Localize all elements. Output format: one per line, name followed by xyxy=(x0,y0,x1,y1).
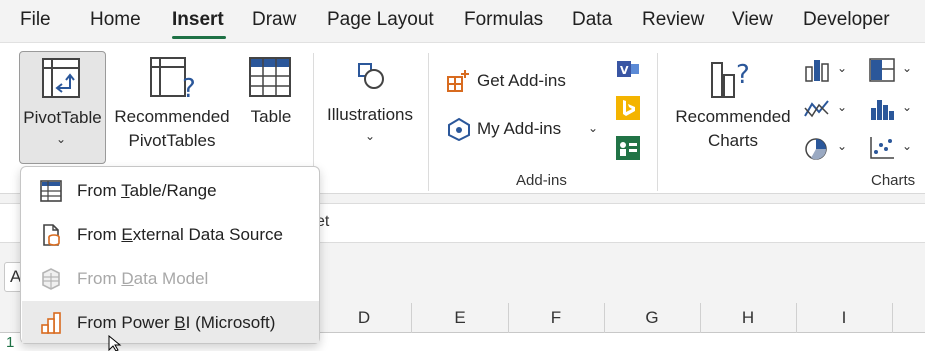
chevron-down-icon: ⌄ xyxy=(56,132,67,146)
store-icon xyxy=(447,70,469,92)
recommended-pivottables-button[interactable]: ? Recommended PivotTables xyxy=(110,51,234,164)
chevron-down-icon: ⌄ xyxy=(365,129,376,143)
pivottable-button[interactable]: PivotTable ⌄ xyxy=(19,51,106,164)
line-chart-icon xyxy=(804,100,829,118)
menu-item-label: From External Data Source xyxy=(77,225,283,244)
scatter-chart-button[interactable]: ⌄ xyxy=(868,135,920,163)
pivottable-dropdown-menu: From Table/Range From External Data Sour… xyxy=(20,166,320,344)
pie-chart-icon xyxy=(805,138,827,160)
shapes-icon xyxy=(358,63,384,89)
visio-icon[interactable]: V xyxy=(615,57,641,81)
chevron-down-icon: ⌄ xyxy=(902,139,913,153)
charts-group-label: Charts xyxy=(871,172,916,189)
illustrations-button[interactable]: Illustrations ⌄ xyxy=(320,51,420,164)
chevron-down-icon: ⌄ xyxy=(902,100,913,114)
active-tab-indicator xyxy=(172,36,226,39)
pivottable-label: PivotTable xyxy=(23,108,102,127)
recommended-charts-button[interactable]: ? Recommended Charts xyxy=(668,51,798,164)
column-header-i[interactable]: I xyxy=(834,308,854,328)
svg-text:?: ? xyxy=(182,74,196,99)
tab-developer[interactable]: Developer xyxy=(803,9,890,31)
menu-item-label: From Power BI (Microsoft) xyxy=(77,313,276,332)
table-label: Table xyxy=(250,107,292,126)
row-header-1[interactable]: 1 xyxy=(6,334,14,351)
external-data-icon xyxy=(43,224,60,246)
table-range-icon xyxy=(40,180,62,202)
treemap-icon xyxy=(869,58,895,82)
chevron-down-icon: ⌄ xyxy=(837,139,848,153)
menu-item-from-power-bi[interactable]: From Power BI (Microsoft) xyxy=(22,301,319,343)
get-addins-label: Get Add-ins xyxy=(477,71,566,90)
chevron-down-icon: ⌄ xyxy=(837,100,848,114)
tab-data[interactable]: Data xyxy=(572,9,612,31)
svg-text:?: ? xyxy=(736,60,750,90)
tab-file[interactable]: File xyxy=(20,9,51,31)
get-addins-button[interactable]: Get Add-ins xyxy=(444,67,584,95)
column-divider xyxy=(892,303,893,333)
tab-formulas[interactable]: Formulas xyxy=(464,9,543,31)
line-chart-button[interactable]: ⌄ xyxy=(803,96,855,124)
my-addins-button[interactable]: My Add-ins ⌄ xyxy=(444,115,604,143)
column-header-h[interactable]: H xyxy=(738,308,758,328)
menu-item-label: From Table/Range xyxy=(77,181,217,200)
ribbon-separator xyxy=(657,53,658,191)
menu-bar: File Home Insert Draw Page Layout Formul… xyxy=(0,0,925,42)
my-addins-icon xyxy=(448,117,470,141)
pie-chart-button[interactable]: ⌄ xyxy=(803,135,855,163)
column-chart-button[interactable]: ⌄ xyxy=(803,57,855,85)
recommended-charts-icon: ? xyxy=(711,60,750,98)
tab-review[interactable]: Review xyxy=(642,9,704,31)
column-divider xyxy=(411,303,412,333)
column-divider xyxy=(796,303,797,333)
tab-draw[interactable]: Draw xyxy=(252,9,296,31)
my-addins-label: My Add-ins xyxy=(477,119,562,138)
pivottable-icon xyxy=(42,58,80,98)
statistic-chart-button[interactable]: ⌄ xyxy=(868,96,920,124)
menu-item-label: From Data Model xyxy=(77,269,209,288)
table-button[interactable]: Table xyxy=(240,51,302,164)
chevron-down-icon[interactable]: ⌄ xyxy=(588,121,598,135)
recommended-pivottables-icon: ? xyxy=(150,57,196,99)
chevron-down-icon: ⌄ xyxy=(837,61,848,75)
column-divider xyxy=(508,303,509,333)
hierarchy-chart-button[interactable]: ⌄ xyxy=(868,57,920,85)
scatter-chart-icon xyxy=(870,137,894,159)
ribbon-separator xyxy=(428,53,429,191)
recommended-charts-label-2: Charts xyxy=(707,131,759,150)
chevron-down-icon: ⌄ xyxy=(902,61,913,75)
column-chart-icon xyxy=(805,60,829,82)
tab-home[interactable]: Home xyxy=(90,9,141,31)
recommended-charts-label-1: Recommended xyxy=(675,107,791,126)
recommended-pivottables-label-2: PivotTables xyxy=(128,131,216,150)
people-graph-icon[interactable] xyxy=(615,135,641,161)
bing-icon[interactable] xyxy=(615,95,641,121)
illustrations-label: Illustrations xyxy=(327,105,413,124)
menu-item-from-external-data-source[interactable]: From External Data Source xyxy=(22,213,319,255)
column-header-g[interactable]: G xyxy=(642,308,662,328)
tab-page-layout[interactable]: Page Layout xyxy=(327,9,434,31)
column-header-e[interactable]: E xyxy=(450,308,470,328)
column-header-d[interactable]: D xyxy=(354,308,374,328)
menu-item-from-data-model[interactable]: From Data Model xyxy=(22,257,319,299)
mouse-pointer-icon xyxy=(108,335,122,351)
histogram-icon xyxy=(871,100,894,120)
column-divider xyxy=(604,303,605,333)
svg-text:V: V xyxy=(620,64,629,77)
addins-group-label: Add-ins xyxy=(516,172,567,189)
table-icon xyxy=(249,57,291,97)
tab-view[interactable]: View xyxy=(732,9,773,31)
column-divider xyxy=(700,303,701,333)
tab-insert[interactable]: Insert xyxy=(172,9,224,31)
power-bi-icon xyxy=(41,312,61,334)
menu-item-from-table-range[interactable]: From Table/Range xyxy=(22,169,319,211)
recommended-pivottables-label-1: Recommended xyxy=(114,107,230,126)
data-model-icon xyxy=(42,268,60,290)
column-header-f[interactable]: F xyxy=(546,308,566,328)
